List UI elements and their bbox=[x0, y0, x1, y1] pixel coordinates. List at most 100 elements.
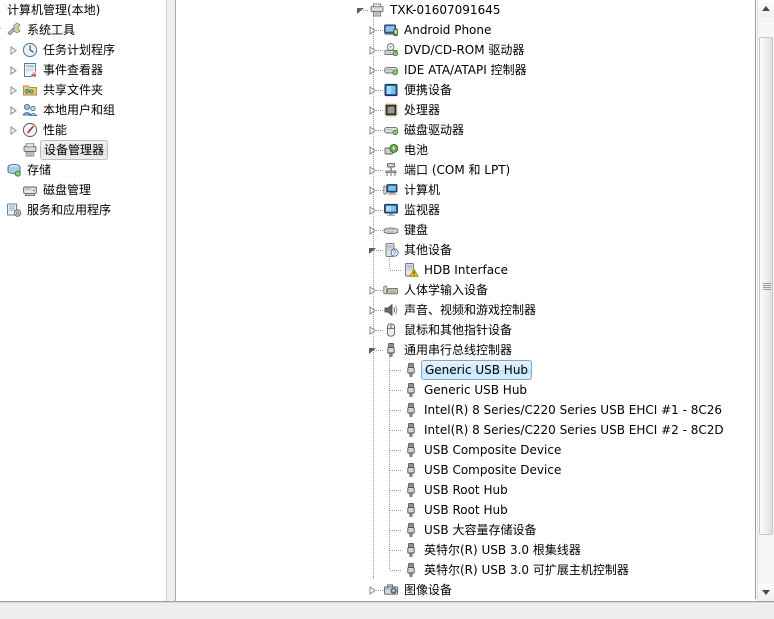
scope-item-label: 任务计划程序 bbox=[43, 43, 116, 57]
chevron-right-icon[interactable] bbox=[367, 160, 378, 180]
scope-item-label: 事件查看器 bbox=[43, 63, 104, 77]
chevron-right-icon[interactable] bbox=[8, 120, 19, 140]
tree-connector-line bbox=[390, 450, 402, 451]
device-label: USB Root Hub bbox=[424, 483, 508, 497]
disk-drive-icon bbox=[383, 122, 399, 138]
chevron-right-icon[interactable] bbox=[8, 80, 19, 100]
pane-splitter[interactable] bbox=[166, 0, 176, 601]
disk-management-icon bbox=[22, 182, 38, 198]
chevron-right-icon[interactable] bbox=[367, 280, 378, 300]
device-label: 图像设备 bbox=[404, 583, 453, 597]
scope-item-label: 服务和应用程序 bbox=[27, 203, 112, 217]
device-label: 监视器 bbox=[404, 203, 441, 217]
chevron-right-icon[interactable] bbox=[8, 40, 19, 60]
tree-connector-line bbox=[390, 570, 402, 571]
scrollbar-track[interactable] bbox=[758, 17, 774, 584]
chevron-right-icon[interactable] bbox=[367, 120, 378, 140]
dvd-drive-icon bbox=[383, 42, 399, 58]
device-label: 处理器 bbox=[404, 103, 441, 117]
tree-connector-line bbox=[390, 430, 402, 431]
storage-icon bbox=[6, 162, 22, 178]
scroll-up-button[interactable] bbox=[758, 0, 774, 17]
device-label: 英特尔(R) USB 3.0 可扩展主机控制器 bbox=[424, 563, 629, 577]
device-label: 鼠标和其他指针设备 bbox=[404, 323, 513, 337]
device-label: IDE ATA/ATAPI 控制器 bbox=[404, 63, 527, 77]
chevron-right-icon[interactable] bbox=[8, 100, 19, 120]
chevron-right-icon[interactable] bbox=[367, 60, 378, 80]
chevron-right-icon[interactable] bbox=[367, 200, 378, 220]
scrollbar-grip-icon bbox=[763, 283, 771, 290]
scroll-down-button[interactable] bbox=[758, 584, 774, 601]
scope-pane[interactable]: 计算机管理(本地) 系统工具任务计划程序 事件查看器共享文件夹本地用户和组 性能设备… bbox=[0, 0, 166, 601]
scope-item-label: 本地用户和组 bbox=[43, 103, 116, 117]
tree-connector-line bbox=[390, 390, 402, 391]
chevron-right-icon[interactable] bbox=[367, 100, 378, 120]
chevron-right-icon[interactable] bbox=[367, 320, 378, 340]
chevron-right-icon[interactable] bbox=[367, 20, 378, 40]
services-apps-icon bbox=[6, 202, 22, 218]
sound-video-icon bbox=[383, 302, 399, 318]
chevron-down-icon[interactable] bbox=[367, 340, 378, 360]
chevron-down-icon[interactable] bbox=[355, 0, 366, 20]
device-label: 磁盘驱动器 bbox=[404, 123, 465, 137]
chevron-right-icon[interactable] bbox=[8, 60, 19, 80]
tree-connector-line bbox=[390, 470, 402, 471]
device-label: USB Composite Device bbox=[424, 443, 562, 457]
keyboard-icon bbox=[383, 222, 399, 238]
other-devices-icon: ? bbox=[383, 242, 399, 258]
device-label: Android Phone bbox=[404, 23, 492, 37]
usb-icon bbox=[403, 502, 419, 518]
device-tree-scrollbar[interactable] bbox=[757, 0, 774, 601]
tree-connector-line bbox=[390, 270, 402, 271]
device-label: 电池 bbox=[404, 143, 429, 157]
chevron-right-icon[interactable] bbox=[367, 300, 378, 320]
details-pane-inner: TXK-01607091645 Android Phone DVD/CD-ROM 驱… bbox=[177, 0, 756, 599]
details-pane[interactable]: TXK-01607091645 Android Phone DVD/CD-ROM 驱… bbox=[176, 0, 774, 601]
tree-connector-line bbox=[390, 530, 402, 531]
monitor-icon bbox=[383, 202, 399, 218]
imaging-device-icon bbox=[383, 582, 399, 598]
tree-connector-line bbox=[389, 350, 390, 570]
chevron-right-icon[interactable] bbox=[367, 140, 378, 160]
device-label: 声音、视频和游戏控制器 bbox=[404, 303, 537, 317]
usb-icon bbox=[403, 522, 419, 538]
computer-node-icon bbox=[383, 182, 399, 198]
device-label: DVD/CD-ROM 驱动器 bbox=[404, 43, 525, 57]
scope-item-label: 性能 bbox=[43, 123, 68, 137]
chevron-right-icon[interactable] bbox=[367, 580, 378, 599]
hid-icon bbox=[383, 282, 399, 298]
device-manager-icon bbox=[22, 142, 38, 158]
ide-controller-icon bbox=[383, 62, 399, 78]
bottom-divider bbox=[0, 602, 774, 603]
usb-icon bbox=[403, 482, 419, 498]
computer-icon bbox=[369, 2, 385, 18]
chevron-down-icon[interactable] bbox=[367, 240, 378, 260]
tree-connector-line bbox=[390, 550, 402, 551]
chevron-right-icon[interactable] bbox=[367, 80, 378, 100]
ports-icon bbox=[383, 162, 399, 178]
device-label: USB Root Hub bbox=[424, 503, 508, 517]
scope-root-label: 计算机管理(本地) bbox=[7, 3, 101, 17]
scope-item-label: 设备管理器 bbox=[40, 140, 109, 160]
device-label: TXK-01607091645 bbox=[390, 3, 501, 17]
usb-icon bbox=[403, 382, 419, 398]
tree-connector-line bbox=[390, 490, 402, 491]
chevron-down-icon[interactable] bbox=[0, 20, 3, 40]
scope-item-label: 系统工具 bbox=[27, 23, 76, 37]
usb-icon bbox=[403, 402, 419, 418]
usb-icon bbox=[403, 362, 419, 378]
usb-icon bbox=[403, 562, 419, 578]
performance-icon bbox=[22, 122, 38, 138]
device-label: 便携设备 bbox=[404, 83, 453, 97]
chevron-right-icon[interactable] bbox=[367, 180, 378, 200]
device-label: 其他设备 bbox=[404, 243, 453, 257]
scope-item-label: 共享文件夹 bbox=[43, 83, 104, 97]
chevron-right-icon[interactable] bbox=[367, 40, 378, 60]
device-label: Intel(R) 8 Series/C220 Series USB EHCI #… bbox=[424, 423, 724, 437]
chevron-right-icon[interactable] bbox=[367, 220, 378, 240]
scope-item-label: 磁盘管理 bbox=[43, 183, 92, 197]
scrollbar-thumb[interactable] bbox=[759, 37, 773, 535]
tree-connector-line bbox=[390, 410, 402, 411]
device-label: 通用串行总线控制器 bbox=[404, 343, 513, 357]
device-label: Generic USB Hub bbox=[424, 383, 528, 397]
